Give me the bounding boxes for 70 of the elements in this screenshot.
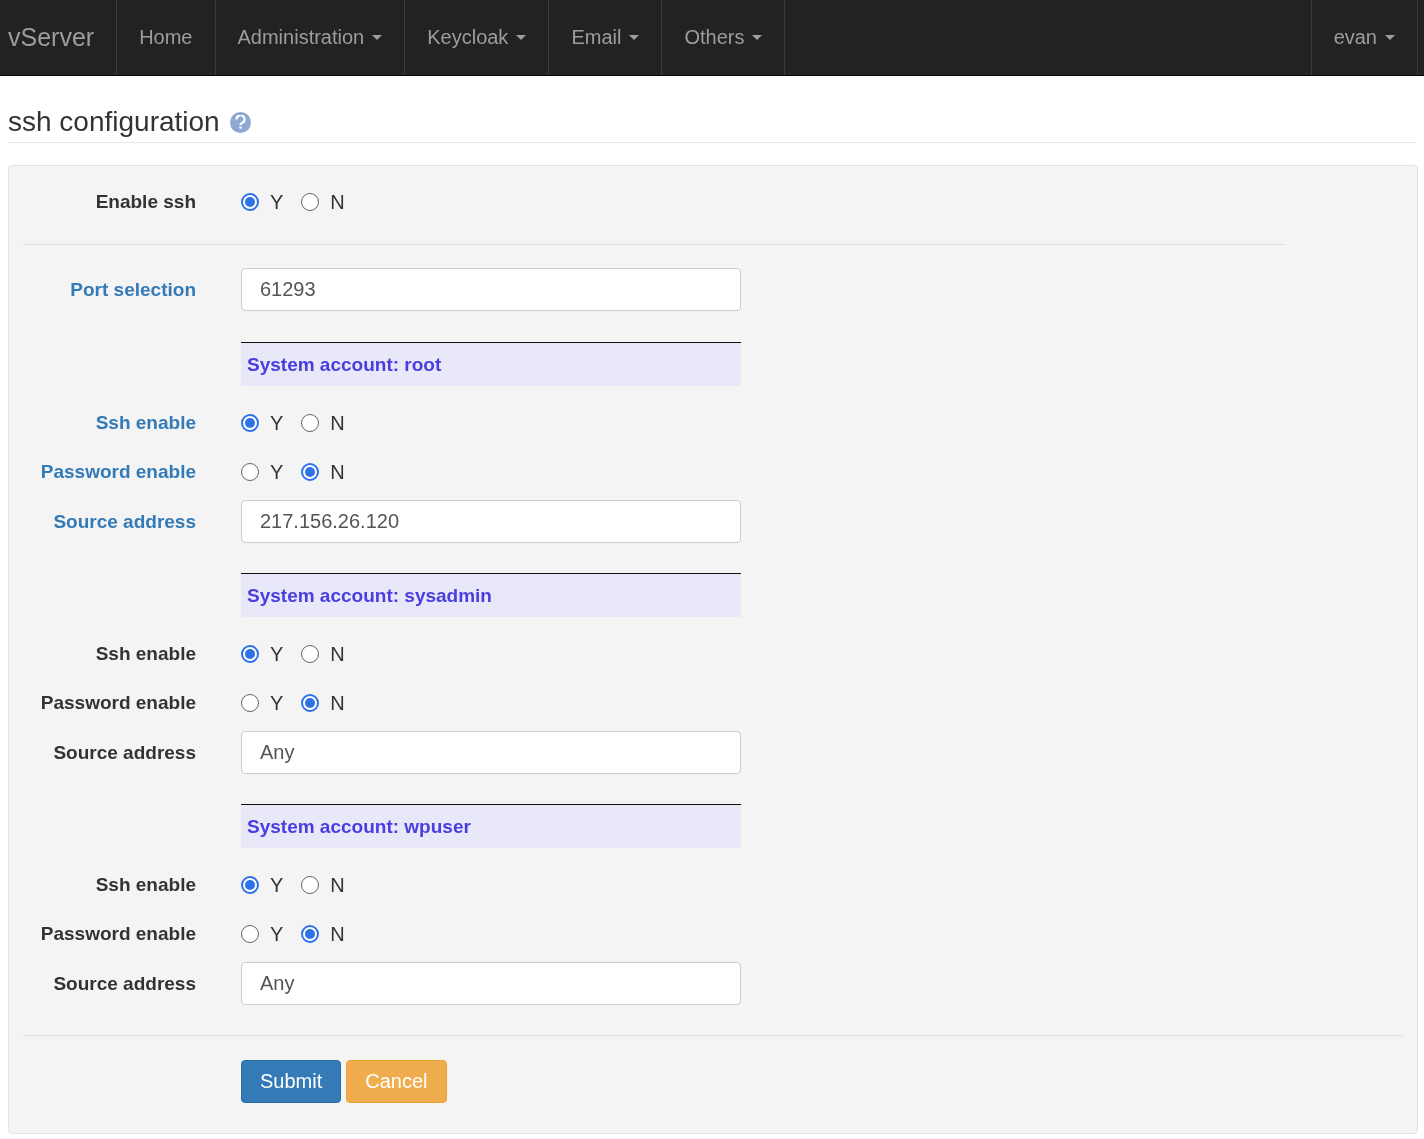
field-label: Ssh enable xyxy=(95,643,196,665)
field-label: Password enable xyxy=(40,461,196,483)
radio-option[interactable]: Y xyxy=(241,460,284,484)
radio-button[interactable] xyxy=(241,645,259,663)
radio-button[interactable] xyxy=(241,193,259,211)
radio-label: N xyxy=(330,411,345,435)
radio-label: N xyxy=(330,691,345,715)
radio-button[interactable] xyxy=(241,694,259,712)
submit-button[interactable]: Submit xyxy=(241,1060,342,1103)
section-header: System account: wpuser xyxy=(241,804,741,848)
radio-button[interactable] xyxy=(241,925,259,943)
help-icon[interactable] xyxy=(229,111,251,133)
radio-button[interactable] xyxy=(301,925,320,943)
radio-option[interactable]: Y xyxy=(241,922,284,946)
section-header: System account: root xyxy=(241,342,741,386)
nav-item[interactable]: Home xyxy=(117,0,216,75)
radio-label: N xyxy=(330,460,345,484)
field-label: Source address xyxy=(53,972,196,995)
radio-label: Y xyxy=(270,873,284,897)
radio-option[interactable]: Y xyxy=(241,873,284,897)
brand[interactable]: vServer xyxy=(0,0,118,75)
radio-button[interactable] xyxy=(241,414,259,432)
radio-label: N xyxy=(330,190,345,214)
field-label: Source address xyxy=(53,510,196,533)
radio-option[interactable]: N xyxy=(301,873,345,897)
radio-option[interactable]: Y xyxy=(241,642,284,666)
radio-option[interactable]: N xyxy=(301,460,345,484)
radio-button[interactable] xyxy=(301,414,320,432)
source-address-input[interactable]: Any xyxy=(241,962,741,1005)
radio-button[interactable] xyxy=(301,463,320,481)
nav-item[interactable]: Email xyxy=(549,0,663,75)
nav-item[interactable]: Keycloak xyxy=(405,0,550,75)
radio-button[interactable] xyxy=(301,694,320,712)
field-label: Password enable xyxy=(40,692,196,714)
radio-option[interactable]: N xyxy=(301,190,345,214)
radio-label: Y xyxy=(270,691,284,715)
page-title: ssh configuration xyxy=(8,106,220,138)
source-address-input[interactable]: Any xyxy=(241,731,741,774)
field-label: Ssh enable xyxy=(95,412,196,434)
radio-label: N xyxy=(330,642,345,666)
user-menu[interactable]: evan xyxy=(1310,0,1418,75)
radio-label: N xyxy=(330,922,345,946)
radio-label: N xyxy=(330,873,345,897)
nav-item[interactable]: Administration xyxy=(215,0,406,75)
radio-label: Y xyxy=(270,922,284,946)
radio-button[interactable] xyxy=(301,645,320,663)
radio-option[interactable]: N xyxy=(301,411,345,435)
field-label: Enable ssh xyxy=(95,191,196,213)
section-header: System account: sysadmin xyxy=(241,573,741,617)
radio-option[interactable]: Y xyxy=(241,691,284,715)
source-address-input[interactable]: 217.156.26.120 xyxy=(241,500,741,543)
radio-button[interactable] xyxy=(241,463,259,481)
radio-button[interactable] xyxy=(241,876,259,894)
radio-option[interactable]: N xyxy=(301,642,345,666)
field-label: Ssh enable xyxy=(95,874,196,896)
port-input[interactable]: 61293 xyxy=(241,268,741,311)
radio-option[interactable]: Y xyxy=(241,190,284,214)
radio-option[interactable]: Y xyxy=(241,411,284,435)
field-label: Port selection xyxy=(70,278,196,301)
radio-button[interactable] xyxy=(301,876,320,894)
nav-item[interactable]: Others xyxy=(662,0,786,75)
radio-label: Y xyxy=(270,190,284,214)
field-label: Source address xyxy=(53,741,196,764)
radio-label: Y xyxy=(270,460,284,484)
radio-option[interactable]: N xyxy=(301,922,345,946)
radio-label: Y xyxy=(270,411,284,435)
field-label: Password enable xyxy=(40,923,196,945)
radio-option[interactable]: N xyxy=(301,691,345,715)
radio-button[interactable] xyxy=(301,193,320,211)
radio-label: Y xyxy=(270,642,284,666)
